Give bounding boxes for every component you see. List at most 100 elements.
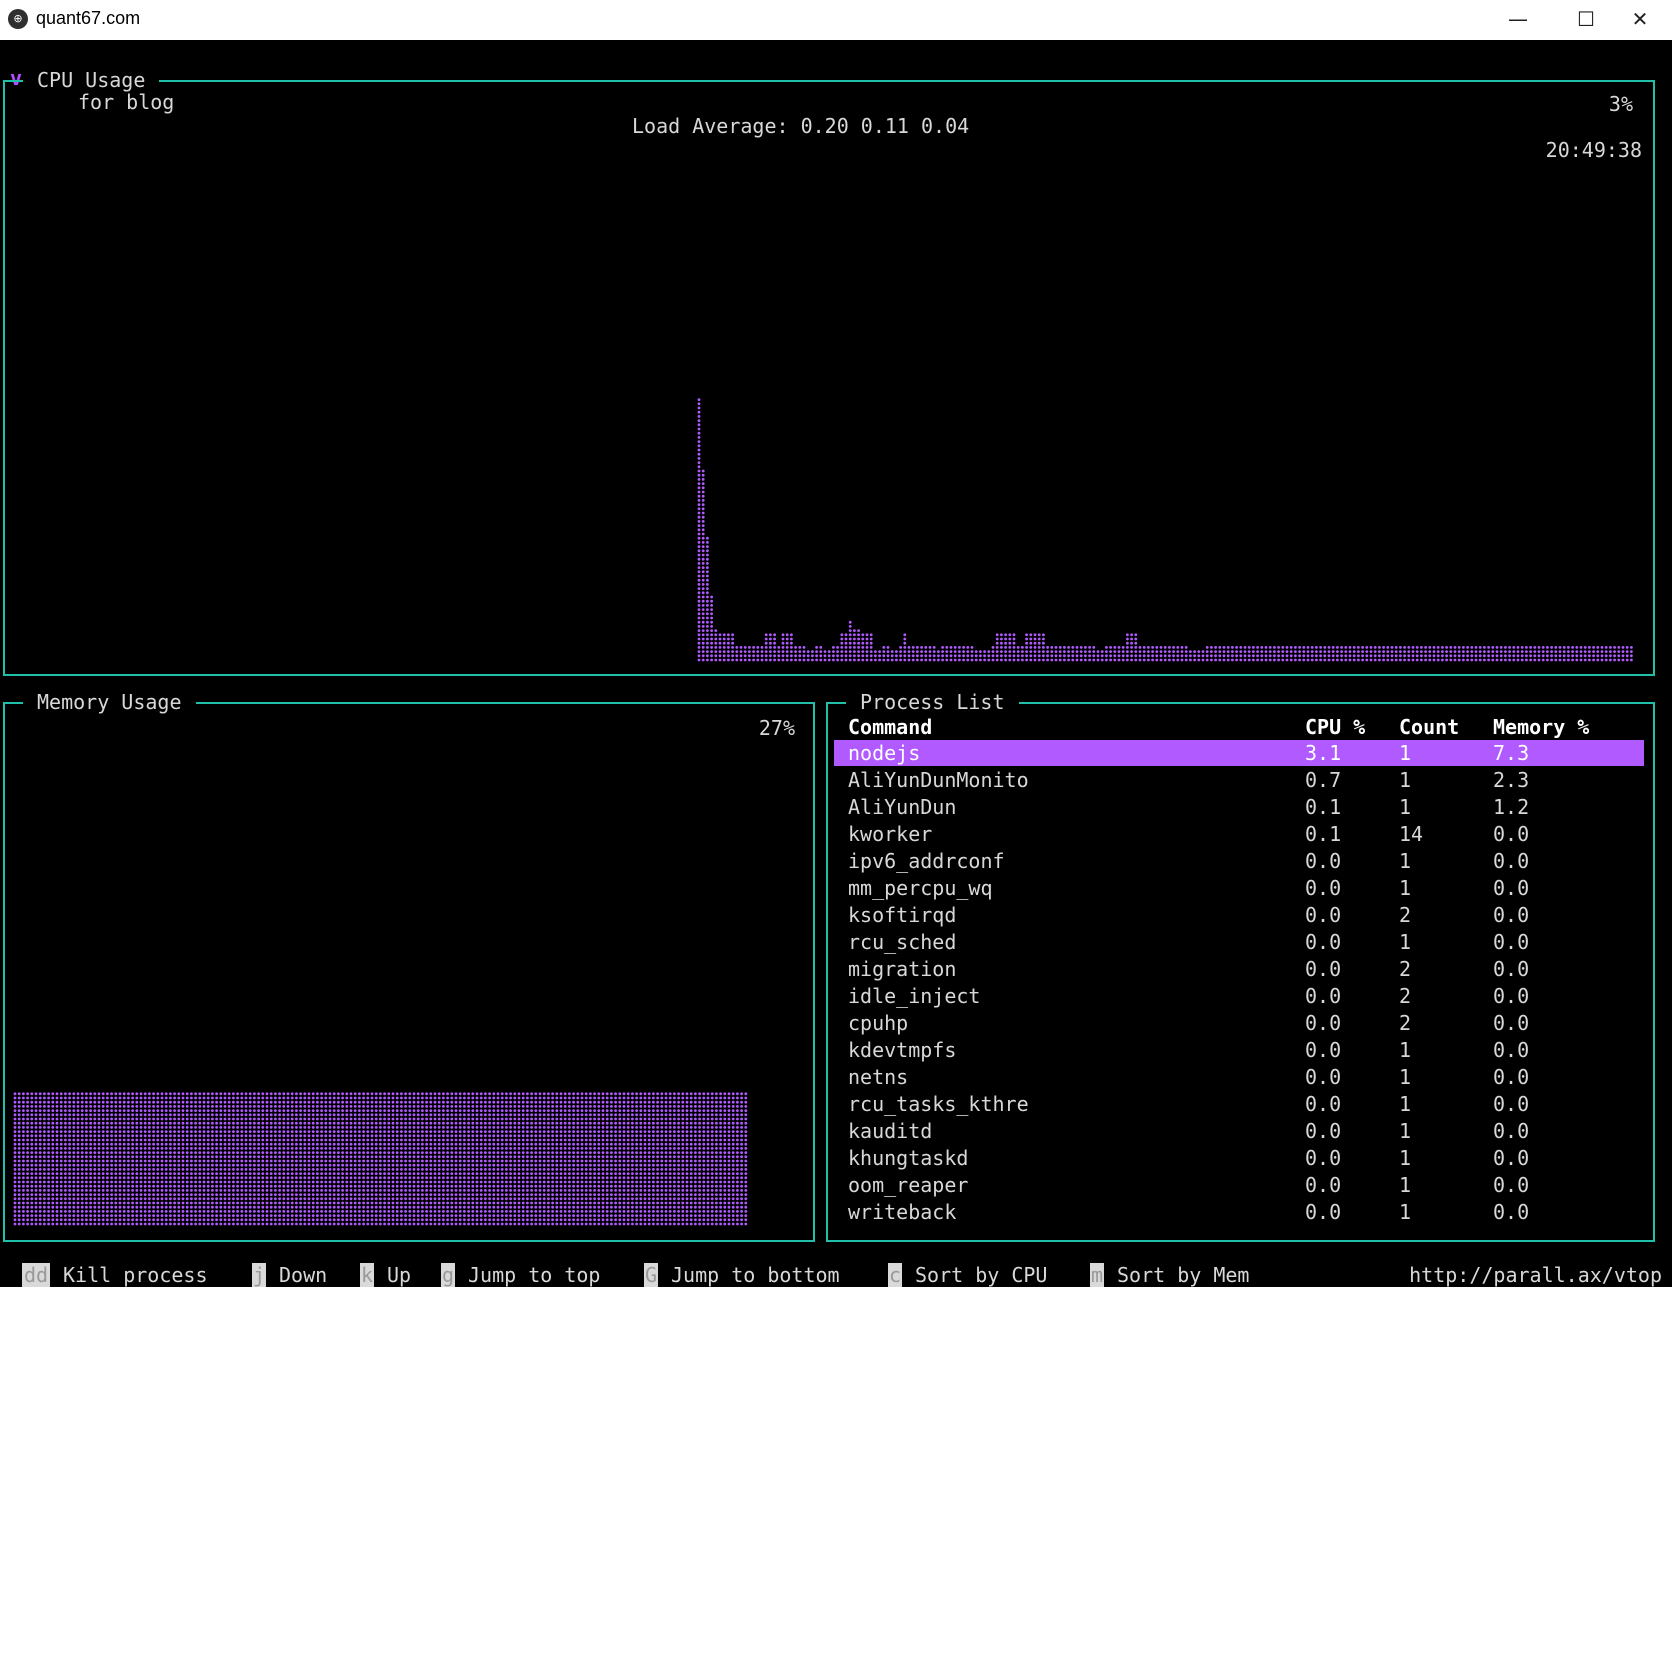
terminal[interactable]: vtop for blog Load Average: 0.20 0.11 0.… [0,40,1672,1287]
cpu-sample-column [983,650,986,662]
window-titlebar: ⊕ quant67.com — ☐ ✕ [0,0,1672,40]
memory-sample-column [677,1092,680,1226]
cpu-sample-column [1361,646,1364,662]
process-row[interactable]: cpuhp 0.0 2 0.0 [834,1010,1644,1036]
cpu-sample-column [1533,646,1537,662]
cpu-sample-column [861,633,865,662]
cpu-sample-column [1071,646,1075,662]
shortcut-key-c[interactable]: c [888,1263,902,1287]
memory-sample-column [425,1092,428,1226]
process-command: oom_reaper [848,1173,969,1197]
process-row[interactable]: kauditd 0.0 1 0.0 [834,1118,1644,1144]
memory-sample-column [324,1092,328,1226]
process-row[interactable]: migration 0.0 2 0.0 [834,956,1644,982]
memory-sample-column [68,1092,71,1226]
minimize-button[interactable]: — [1486,0,1550,38]
cpu-sample-column [928,646,932,662]
process-cpu: 0.0 [1305,876,1342,900]
cpu-sample-column [1075,646,1079,662]
memory-sample-column [685,1092,689,1226]
vtop-url-link[interactable]: http://parall.ax/vtop [1409,1263,1662,1287]
process-row[interactable]: nodejs 3.1 1 7.3 [834,740,1644,766]
cpu-sample-column [1466,646,1469,662]
cpu-sample-column [710,595,713,662]
process-row[interactable]: kdevtmpfs 0.0 1 0.0 [834,1037,1644,1063]
cpu-sample-column [1562,646,1566,662]
process-memory: 0.0 [1493,1119,1530,1143]
process-row[interactable]: AliYunDun 0.1 1 1.2 [834,794,1644,820]
cpu-sample-column [819,646,823,662]
process-memory: 2.3 [1493,768,1530,792]
column-cpu[interactable]: CPU % [1305,714,1365,740]
cpu-sample-column [1058,646,1062,662]
process-panel-title: Process List [846,690,1019,714]
process-row[interactable]: idle_inject 0.0 2 0.0 [834,983,1644,1009]
memory-sample-column [17,1092,21,1226]
memory-sample-column [303,1092,307,1226]
cpu-sample-column [773,633,776,662]
cpu-sample-column [899,646,902,662]
process-count: 1 [1399,930,1412,954]
memory-sample-column [429,1092,433,1226]
memory-sample-column [215,1092,219,1226]
process-row[interactable]: ipv6_addrconf 0.0 1 0.0 [834,848,1644,874]
cpu-sample-column [748,646,751,662]
memory-sample-column [34,1092,38,1226]
cpu-sample-column [1264,646,1268,662]
process-cpu: 0.0 [1305,1173,1342,1197]
cpu-sample-column [1142,646,1146,662]
cpu-sample-column [1096,650,1100,662]
cpu-sample-column [1172,646,1175,662]
process-row[interactable]: rcu_sched 0.0 1 0.0 [834,929,1644,955]
memory-sample-column [110,1092,113,1226]
memory-sample-column [710,1092,714,1226]
process-row[interactable]: ksoftirqd 0.0 2 0.0 [834,902,1644,928]
process-row[interactable]: rcu_tasks_kthre 0.0 1 0.0 [834,1091,1644,1117]
shortcut-key-m[interactable]: m [1090,1263,1104,1287]
cpu-sample-column [1247,646,1251,662]
cpu-sample-column [802,646,806,662]
cpu-sample-column [1516,646,1520,662]
cpu-sample-column [1583,646,1587,662]
memory-sample-column [404,1092,407,1226]
process-count: 2 [1399,1011,1412,1035]
maximize-button[interactable]: ☐ [1554,0,1618,38]
process-command: cpuhp [848,1011,909,1035]
cpu-sample-column [1390,646,1394,662]
memory-sample-column [38,1092,42,1226]
shortcut-key-j[interactable]: j [252,1263,266,1287]
process-row[interactable]: AliYunDunMonito 0.7 1 2.3 [834,767,1644,793]
process-row[interactable]: writeback 0.0 1 0.0 [834,1199,1644,1225]
shortcut-key-dd[interactable]: dd [22,1263,50,1287]
process-row[interactable]: oom_reaper 0.0 1 0.0 [834,1172,1644,1198]
memory-sample-column [85,1092,88,1226]
cpu-sample-column [1256,646,1259,662]
cpu-sample-column [1588,646,1591,662]
process-row[interactable]: khungtaskd 0.0 1 0.0 [834,1145,1644,1171]
process-count: 1 [1399,1173,1412,1197]
shortcut-key-g[interactable]: g [441,1263,455,1287]
process-command: idle_inject [848,984,981,1008]
process-row[interactable]: netns 0.0 1 0.0 [834,1064,1644,1090]
process-row[interactable]: kworker 0.1 14 0.0 [834,821,1644,847]
close-button[interactable]: ✕ [1612,0,1668,38]
memory-sample-column [148,1092,151,1226]
memory-sample-column [219,1092,223,1226]
shortcut-key-k[interactable]: k [360,1263,374,1287]
cpu-sample-column [1084,646,1087,662]
memory-sample-column [122,1092,126,1226]
memory-sample-column [542,1092,546,1226]
cpu-sample-column [1420,646,1423,662]
cpu-sample-column [1239,646,1243,662]
column-count[interactable]: Count [1399,714,1459,740]
column-memory[interactable]: Memory % [1493,714,1589,740]
memory-sample-column [622,1092,626,1226]
cpu-sample-column [806,650,810,662]
column-command[interactable]: Command [848,714,932,740]
process-row[interactable]: mm_percpu_wq 0.0 1 0.0 [834,875,1644,901]
cpu-sample-column [714,629,718,662]
process-command: ipv6_addrconf [848,849,1005,873]
shortcut-key-G[interactable]: G [644,1263,658,1287]
process-command: khungtaskd [848,1146,969,1170]
cpu-sample-column [1113,646,1117,662]
